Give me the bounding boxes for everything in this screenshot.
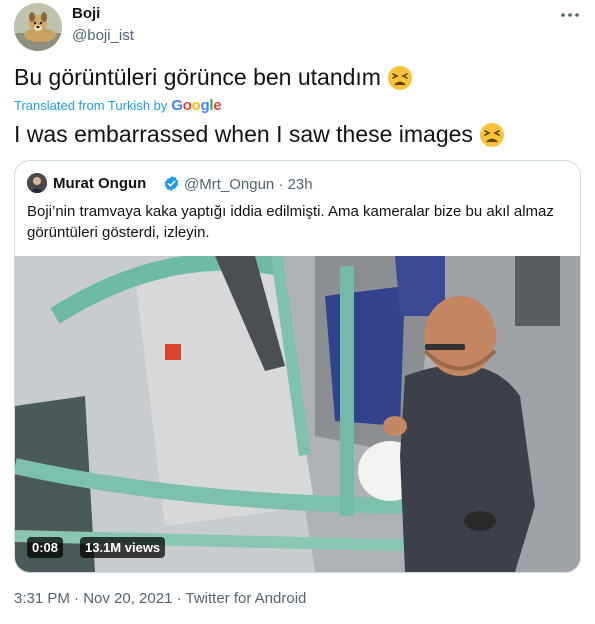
tweet-timestamp[interactable]: 3:31 PM · Nov 20, 2021 · Twitter for And… — [14, 590, 306, 607]
quoted-tweet-card[interactable]: Murat Ongun @Mrt_Ongun · 23h Boji’nin tr… — [14, 160, 581, 573]
quoted-author-name[interactable]: Murat Ongun — [53, 175, 146, 192]
translation-attribution[interactable]: Translated from Turkish by Google — [14, 97, 222, 114]
tweet-translated-text: I was embarrassed when I saw these image… — [14, 121, 505, 148]
author-handle[interactable]: @boji_ist — [72, 27, 134, 44]
tired-face-emoji — [387, 65, 412, 90]
translated-text-content: I was embarrassed when I saw these image… — [14, 121, 473, 147]
google-logo: Google — [171, 97, 222, 114]
quoted-author-avatar[interactable] — [27, 173, 47, 193]
quoted-handle-time[interactable]: @Mrt_Ongun · 23h — [184, 176, 313, 193]
author-display-name[interactable]: Boji — [72, 5, 100, 22]
original-text-content: Bu görüntüleri görünce ben utandım — [14, 64, 381, 90]
video-thumbnail — [15, 256, 580, 572]
author-avatar[interactable] — [14, 3, 62, 51]
ellipsis-icon[interactable] — [558, 4, 582, 26]
video-duration-badge: 0:08 — [27, 537, 64, 558]
dog-avatar-image — [14, 3, 62, 51]
quoted-tweet-text: Boji’nin tramvaya kaka yaptığı iddia edi… — [27, 203, 554, 241]
person-avatar-image — [27, 173, 47, 193]
video-views-badge: 13.1M views — [80, 537, 166, 558]
video-player[interactable]: 0:08 13.1M views — [15, 256, 580, 572]
verified-badge-icon — [164, 176, 179, 191]
tweet-original-text: Bu görüntüleri görünce ben utandım — [14, 64, 413, 91]
more-dots — [561, 13, 579, 17]
translated-label: Translated from Turkish by — [14, 98, 168, 113]
tired-face-emoji — [479, 122, 504, 147]
